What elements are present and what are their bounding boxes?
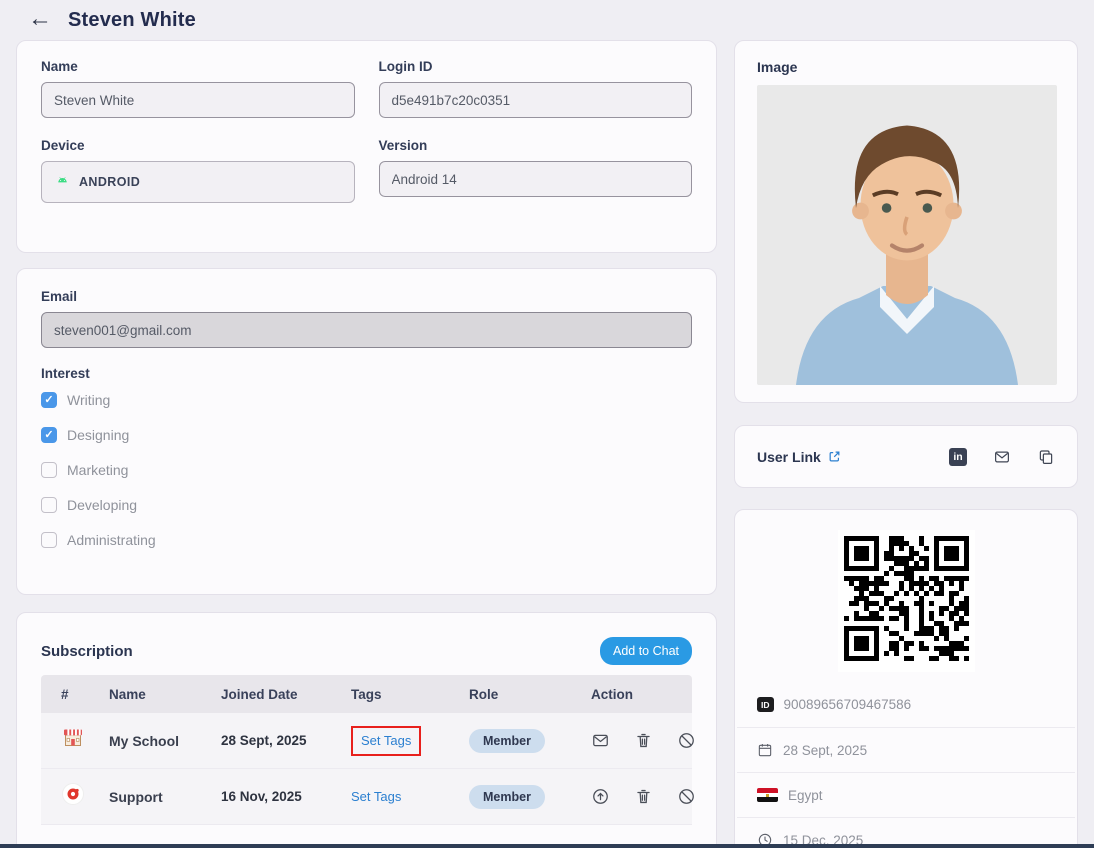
block-action-button[interactable]	[677, 787, 696, 806]
interest-option-label: Administrating	[67, 532, 156, 548]
contact-card: Email Interest Writing Designing Marketi…	[16, 268, 717, 595]
block-action-button[interactable]	[677, 731, 696, 750]
name-label: Name	[41, 59, 355, 74]
interest-option-writing[interactable]: Writing	[41, 389, 692, 411]
image-card: Image	[734, 40, 1078, 403]
add-to-chat-button[interactable]: Add to Chat	[600, 637, 692, 665]
email-button[interactable]	[993, 448, 1011, 466]
user-info-card: ID 90089656709467586 28 Sept, 2025 Egypt…	[734, 509, 1078, 848]
interest-option-designing[interactable]: Designing	[41, 424, 692, 446]
block-icon	[677, 731, 696, 750]
name-input[interactable]	[41, 82, 355, 118]
checkbox-icon	[41, 427, 57, 443]
col-action: Action	[591, 687, 692, 702]
image-label: Image	[757, 59, 1055, 75]
row-joined-date: 28 Sept, 2025	[221, 733, 351, 748]
set-tags-link[interactable]: Set Tags	[361, 733, 411, 748]
android-icon	[54, 174, 71, 191]
interest-option-label: Designing	[67, 427, 129, 443]
profile-photo	[757, 85, 1057, 385]
row-joined-date: 16 Nov, 2025	[221, 789, 351, 804]
joined-date-row: 28 Sept, 2025	[737, 727, 1075, 772]
login-id-label: Login ID	[379, 59, 693, 74]
upload-icon	[591, 787, 610, 806]
egypt-flag-icon	[757, 788, 778, 802]
col-joined: Joined Date	[221, 687, 351, 702]
page-title: Steven White	[68, 9, 196, 32]
mail-icon	[591, 731, 610, 750]
email-label: Email	[41, 289, 692, 304]
set-tags-link[interactable]: Set Tags	[351, 789, 401, 804]
external-link-icon[interactable]	[828, 450, 841, 463]
qr-code	[838, 530, 975, 672]
user-id-value: 90089656709467586	[784, 697, 912, 712]
table-row-my-school: My School 28 Sept, 2025 Set Tags Member	[41, 713, 692, 769]
user-detail-page: ← Steven White Name Login ID Device ANDR…	[0, 0, 1094, 848]
device-value: ANDROID	[79, 175, 140, 189]
col-tags: Tags	[351, 687, 469, 702]
copy-icon	[1037, 448, 1055, 466]
col-number: #	[61, 687, 109, 702]
login-id-input[interactable]	[379, 82, 693, 118]
subscription-title: Subscription	[41, 643, 133, 660]
interest-option-label: Developing	[67, 497, 137, 513]
trash-icon	[634, 731, 653, 750]
name-field-group: Name	[41, 59, 355, 118]
window-bottom-edge	[0, 844, 1094, 848]
support-icon	[61, 782, 109, 811]
calendar-icon	[757, 742, 773, 758]
user-link-label: User Link	[757, 449, 821, 465]
col-role: Role	[469, 687, 591, 702]
user-link-card: User Link in	[734, 425, 1078, 488]
interest-label: Interest	[41, 366, 692, 381]
set-tags-highlight: Set Tags	[351, 726, 421, 756]
checkbox-icon	[41, 497, 57, 513]
checkbox-icon	[41, 532, 57, 548]
school-icon	[61, 726, 109, 755]
version-label: Version	[379, 138, 693, 153]
table-row-support: Support 16 Nov, 2025 Set Tags Member	[41, 769, 692, 825]
upload-action-button[interactable]	[591, 787, 610, 806]
checkbox-icon	[41, 462, 57, 478]
role-badge: Member	[469, 729, 545, 753]
subscription-table-header: # Name Joined Date Tags Role Action	[41, 675, 692, 713]
device-field-group: Device ANDROID	[41, 138, 355, 203]
delete-action-button[interactable]	[634, 787, 653, 806]
interest-option-developing[interactable]: Developing	[41, 494, 692, 516]
linkedin-button[interactable]: in	[949, 448, 967, 466]
mail-action-button[interactable]	[591, 731, 610, 750]
linkedin-icon: in	[949, 448, 967, 466]
user-id-row: ID 90089656709467586	[737, 682, 1075, 727]
login-id-field-group: Login ID	[379, 59, 693, 118]
interest-option-label: Marketing	[67, 462, 128, 478]
block-icon	[677, 787, 696, 806]
subscription-card: Subscription Add to Chat # Name Joined D…	[16, 612, 717, 848]
profile-card: Name Login ID Device ANDROID Version	[16, 40, 717, 253]
device-label: Device	[41, 138, 355, 153]
interest-option-marketing[interactable]: Marketing	[41, 459, 692, 481]
joined-date-value: 28 Sept, 2025	[783, 743, 867, 758]
back-button[interactable]: ←	[16, 7, 52, 33]
version-input[interactable]	[379, 161, 693, 197]
role-badge: Member	[469, 785, 545, 809]
delete-action-button[interactable]	[634, 731, 653, 750]
trash-icon	[634, 787, 653, 806]
version-field-group: Version	[379, 138, 693, 203]
checkbox-icon	[41, 392, 57, 408]
copy-button[interactable]	[1037, 448, 1055, 466]
col-name: Name	[109, 687, 221, 702]
row-name: My School	[109, 733, 221, 749]
country-value: Egypt	[788, 788, 823, 803]
id-icon: ID	[757, 697, 774, 712]
interest-option-label: Writing	[67, 392, 110, 408]
mail-icon	[993, 448, 1011, 466]
device-select[interactable]: ANDROID	[41, 161, 355, 203]
interest-option-administrating[interactable]: Administrating	[41, 529, 692, 551]
email-input[interactable]	[41, 312, 692, 348]
row-name: Support	[109, 789, 221, 805]
country-row: Egypt	[737, 772, 1075, 817]
header: ← Steven White	[16, 0, 196, 40]
